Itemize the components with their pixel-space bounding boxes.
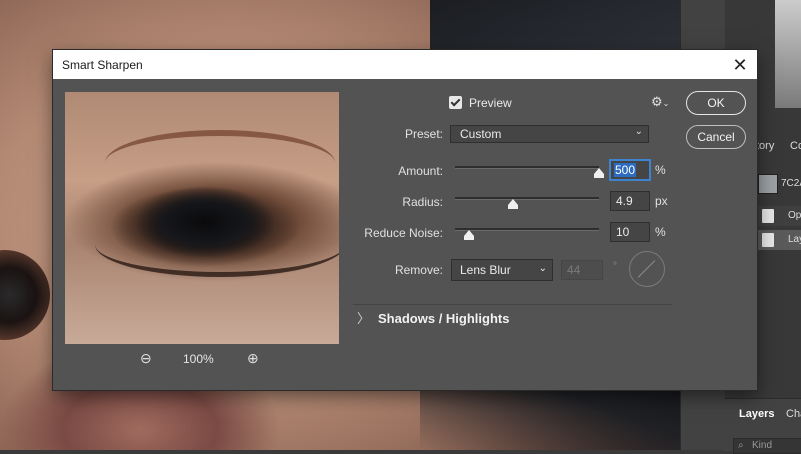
tab-history[interactable]: tory [756, 140, 774, 152]
reduce-noise-slider-thumb[interactable] [464, 230, 475, 240]
radius-value: 4.9 [616, 194, 633, 208]
navigator-thumbnail [775, 0, 801, 108]
remove-select[interactable]: Lens Blur ⌄ [451, 259, 553, 281]
gear-icon[interactable]: ⚙⌄ [651, 94, 669, 110]
radius-unit: px [655, 194, 668, 208]
tab-second[interactable]: Co [790, 140, 801, 152]
amount-unit: % [655, 163, 666, 177]
angle-dial[interactable] [629, 251, 665, 287]
angle-input[interactable]: 44 [561, 260, 603, 280]
remove-value: Lens Blur [460, 263, 511, 277]
radius-slider-thumb[interactable] [507, 199, 518, 209]
zoom-out-icon[interactable]: ⊖ [140, 350, 152, 367]
section-divider [353, 304, 672, 305]
preview-brow [105, 130, 335, 196]
canvas-eye-area [0, 250, 50, 340]
angle-value: 44 [567, 263, 581, 277]
radius-label: Radius: [402, 195, 443, 209]
amount-slider[interactable] [455, 166, 604, 178]
document-icon [762, 209, 774, 223]
layers-filter-input[interactable]: ⌕ Kind [733, 438, 801, 454]
document-icon [762, 233, 774, 247]
smart-sharpen-dialog: Smart Sharpen ✕ ⊖ 100% ⊕ Preview ⚙⌄ Pres… [53, 50, 757, 390]
ok-button[interactable]: OK [686, 91, 746, 115]
amount-value: 500 [614, 163, 637, 177]
history-item-label: Op [788, 210, 801, 221]
radius-input[interactable]: 4.9 [610, 191, 650, 211]
reduce-noise-value: 10 [616, 225, 630, 239]
filter-placeholder: Kind [752, 440, 773, 451]
history-item-label: Lay [788, 234, 801, 245]
chevron-down-icon: ⌄ [634, 126, 643, 137]
remove-label: Remove: [394, 263, 443, 277]
close-icon[interactable]: ✕ [729, 54, 751, 76]
snapshot-label[interactable]: 7C2A [781, 178, 801, 189]
degree-unit: ° [613, 261, 617, 272]
reduce-noise-label: Reduce Noise: [364, 226, 443, 240]
history-item-selected[interactable]: Lay [756, 230, 801, 250]
radius-slider[interactable] [455, 197, 599, 209]
preset-label: Preset: [404, 127, 443, 141]
amount-input[interactable]: 500 [610, 160, 650, 180]
shadows-highlights-label: Shadows / Highlights [378, 311, 510, 326]
zoom-in-icon[interactable]: ⊕ [247, 350, 259, 367]
amount-slider-thumb[interactable] [594, 168, 604, 178]
preview-lash [95, 212, 339, 277]
shadows-highlights-toggle[interactable]: 〉 Shadows / Highlights [357, 308, 509, 327]
zoom-level: 100% [183, 352, 214, 366]
tab-channels[interactable]: Cha [786, 408, 801, 420]
preview-checkbox[interactable] [449, 96, 462, 109]
preview-label[interactable]: Preview [469, 96, 512, 110]
preset-value: Custom [460, 127, 502, 141]
amount-label: Amount: [398, 164, 443, 178]
filter-preview-image[interactable] [65, 92, 339, 344]
chevron-down-icon: ⌄ [538, 263, 547, 274]
cancel-button[interactable]: Cancel [686, 125, 746, 149]
history-item[interactable]: Op [756, 206, 801, 226]
preset-select[interactable]: Custom ⌄ [450, 125, 649, 143]
reduce-noise-input[interactable]: 10 [610, 222, 650, 242]
tab-layers[interactable]: Layers [739, 408, 774, 420]
chevron-right-icon: 〉 [357, 311, 371, 326]
reduce-noise-slider[interactable] [455, 228, 599, 240]
dialog-title: Smart Sharpen [62, 58, 143, 72]
snapshot-thumbnail[interactable] [758, 174, 778, 194]
search-icon: ⌕ [738, 440, 744, 451]
dialog-titlebar[interactable]: Smart Sharpen ✕ [53, 50, 757, 79]
reduce-noise-unit: % [655, 225, 666, 239]
